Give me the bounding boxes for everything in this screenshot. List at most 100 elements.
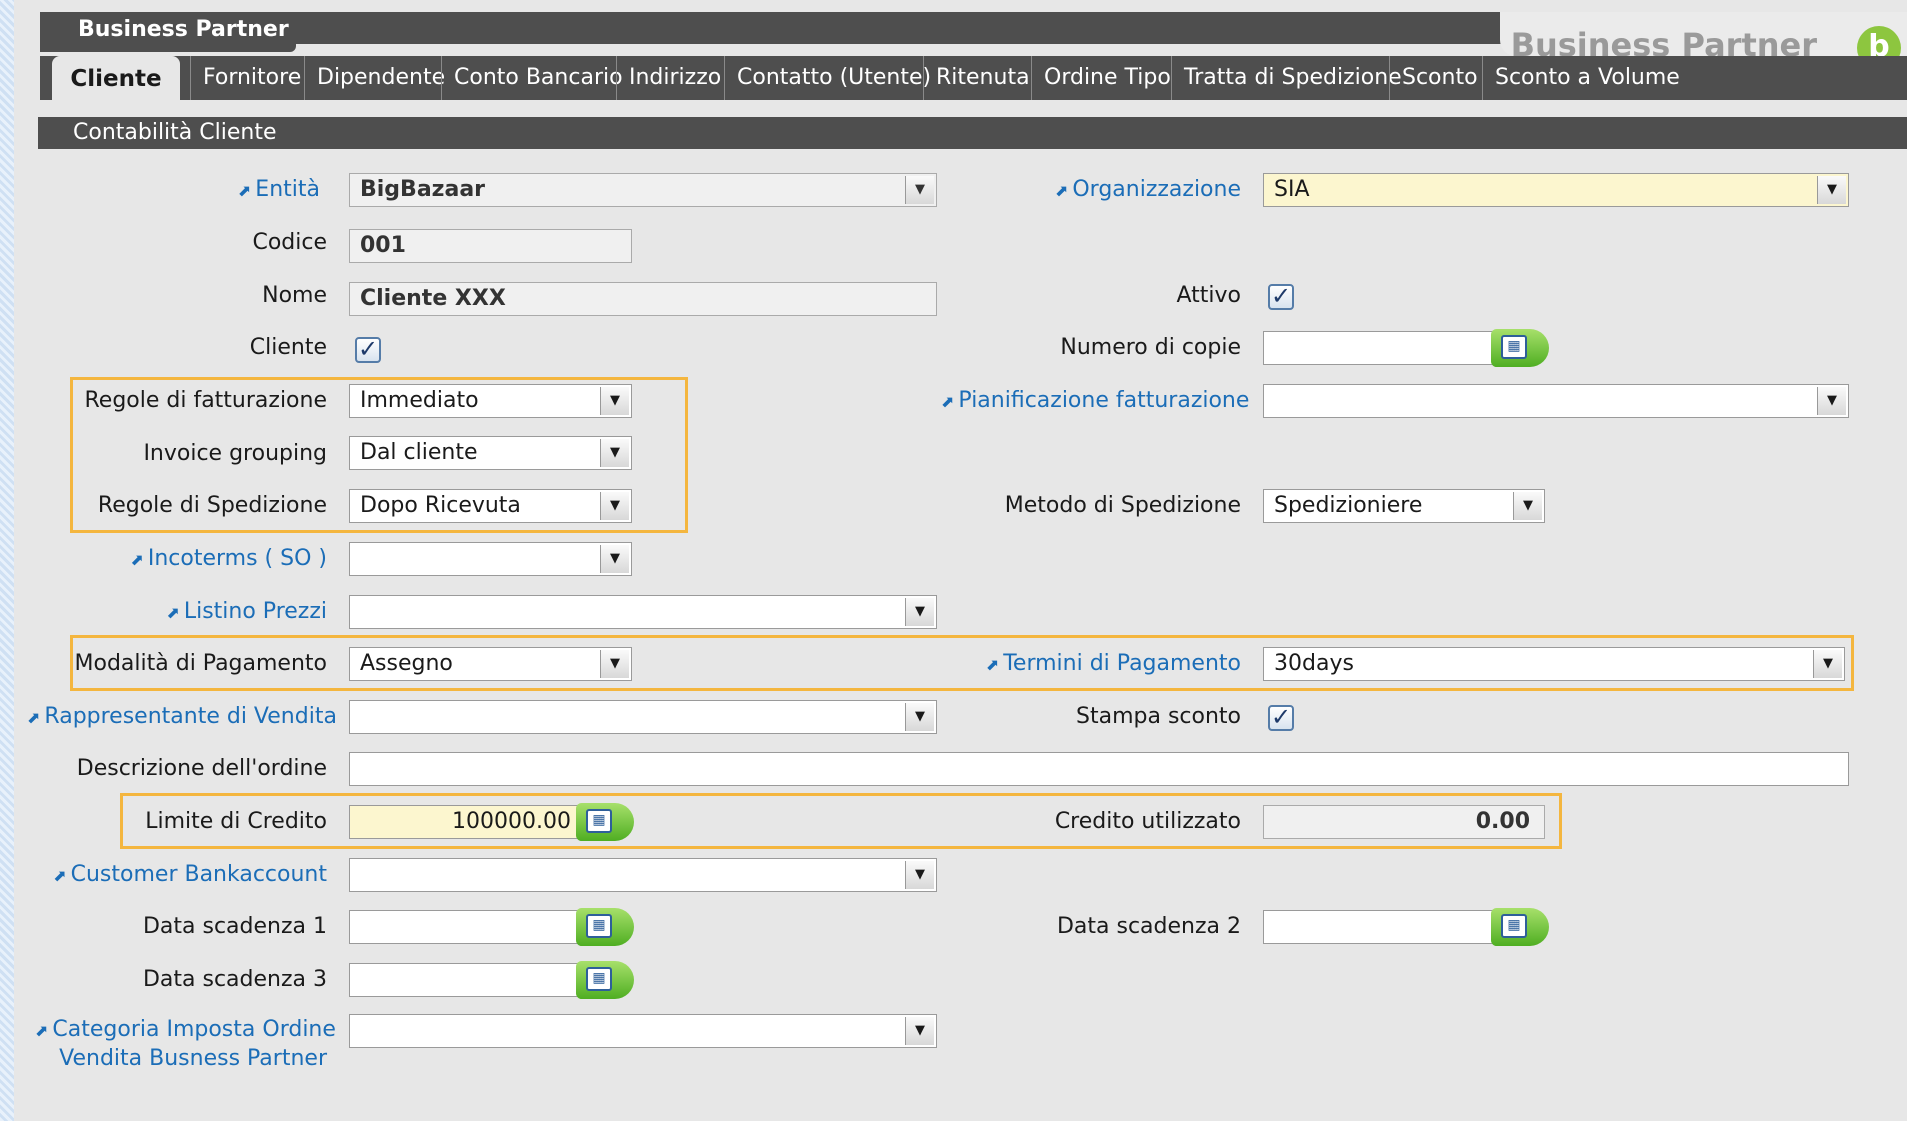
dropdown-arrow-icon: ▼ xyxy=(1817,387,1846,415)
link-arrow-icon: ⬈ xyxy=(237,181,252,200)
dropdown-arrow-icon: ▼ xyxy=(600,492,629,520)
label-categoria-imposta-line2[interactable]: Vendita Busness Partner xyxy=(27,1045,327,1073)
limite-credito-field[interactable]: 100000.00 xyxy=(349,805,582,839)
link-arrow-icon: ⬈ xyxy=(35,1021,49,1040)
attivo-checkbox[interactable]: ✓ xyxy=(1268,284,1294,310)
rappresentante-select[interactable]: ▼ xyxy=(349,700,937,734)
link-arrow-icon: ⬈ xyxy=(53,866,67,885)
pianificazione-select[interactable]: ▼ xyxy=(1263,384,1849,418)
tab-dipendente[interactable]: Dipendente xyxy=(304,56,457,100)
label-descrizione-ordine: Descrizione dell'ordine xyxy=(76,756,327,781)
dropdown-arrow-icon: ▼ xyxy=(905,176,934,204)
label-entita[interactable]: ⬈ Entità xyxy=(20,175,320,206)
label-pianificazione[interactable]: ⬈ Pianificazione fatturazione xyxy=(941,386,1249,417)
label-metodo-spedizione: Metodo di Spedizione xyxy=(1004,493,1241,518)
dropdown-arrow-icon: ▼ xyxy=(905,703,934,731)
dropdown-arrow-icon: ▼ xyxy=(600,439,629,467)
left-decoration xyxy=(0,0,14,1121)
dropdown-arrow-icon: ▼ xyxy=(1817,176,1846,204)
label-organizzazione[interactable]: ⬈ Organizzazione xyxy=(941,175,1241,206)
incoterms-select[interactable]: ▼ xyxy=(349,542,632,576)
link-arrow-icon: ⬈ xyxy=(130,550,144,569)
label-listino-prezzi[interactable]: ⬈ Listino Prezzi xyxy=(27,597,327,628)
data-scadenza-3-field[interactable] xyxy=(349,963,582,997)
label-incoterms[interactable]: ⬈ Incoterms ( SO ) xyxy=(27,544,327,575)
dropdown-arrow-icon: ▼ xyxy=(1813,650,1842,678)
label-codice: Codice xyxy=(252,230,327,255)
entita-select[interactable]: BigBazaar ▼ xyxy=(349,173,937,207)
tab-cliente[interactable]: Cliente xyxy=(52,56,180,106)
calendar-button[interactable]: ▦ xyxy=(576,908,634,946)
listino-prezzi-select[interactable]: ▼ xyxy=(349,595,937,629)
calendar-button[interactable]: ▦ xyxy=(1491,908,1549,946)
calendar-icon: ▦ xyxy=(586,967,612,991)
dropdown-arrow-icon: ▼ xyxy=(905,1017,934,1045)
link-arrow-icon: ⬈ xyxy=(941,392,955,411)
descrizione-ordine-field[interactable] xyxy=(349,752,1849,786)
label-modalita-pagamento: Modalità di Pagamento xyxy=(74,651,327,676)
calculator-button[interactable]: ▦ xyxy=(1491,329,1549,367)
label-nome: Nome xyxy=(262,283,327,308)
calculator-icon: ▦ xyxy=(1501,335,1527,359)
data-scadenza-2-field[interactable] xyxy=(1263,910,1497,944)
dropdown-arrow-icon: ▼ xyxy=(1513,492,1542,520)
dropdown-arrow-icon: ▼ xyxy=(600,650,629,678)
tab-tratta-spedizione[interactable]: Tratta di Spedizione xyxy=(1171,56,1414,100)
dropdown-arrow-icon: ▼ xyxy=(600,545,629,573)
calculator-icon: ▦ xyxy=(586,809,612,833)
codice-field[interactable]: 001 xyxy=(349,229,632,263)
label-invoice-grouping: Invoice grouping xyxy=(143,441,327,466)
label-cliente: Cliente xyxy=(249,335,327,360)
categoria-imposta-select[interactable]: ▼ xyxy=(349,1014,937,1048)
label-termini-pagamento[interactable]: ⬈ Termini di Pagamento xyxy=(941,649,1241,680)
regole-spedizione-select[interactable]: Dopo Ricevuta ▼ xyxy=(349,489,632,523)
window-title-tab: Business Partner xyxy=(40,12,296,52)
label-customer-bankaccount[interactable]: ⬈ Customer Bankaccount xyxy=(27,860,327,891)
stampa-sconto-checkbox[interactable]: ✓ xyxy=(1268,705,1294,731)
numero-copie-field[interactable] xyxy=(1263,331,1497,365)
tab-fornitore[interactable]: Fornitore xyxy=(190,56,313,100)
tab-contatto-utente[interactable]: Contatto (Utente) xyxy=(724,56,943,100)
tab-ritenuta[interactable]: Ritenuta xyxy=(923,56,1042,100)
credito-utilizzato-field[interactable]: 0.00 xyxy=(1263,805,1545,839)
invoice-grouping-select[interactable]: Dal cliente ▼ xyxy=(349,436,632,470)
termini-pagamento-select[interactable]: 30days ▼ xyxy=(1263,647,1845,681)
dropdown-arrow-icon: ▼ xyxy=(905,598,934,626)
regole-fatturazione-select[interactable]: Immediato ▼ xyxy=(349,384,632,418)
label-categoria-imposta[interactable]: ⬈ Categoria Imposta Ordine xyxy=(35,1016,336,1045)
label-limite-credito: Limite di Credito xyxy=(145,809,327,834)
link-arrow-icon: ⬈ xyxy=(985,655,1000,674)
calendar-button[interactable]: ▦ xyxy=(576,961,634,999)
dropdown-arrow-icon: ▼ xyxy=(905,861,934,889)
tab-sconto[interactable]: Sconto xyxy=(1389,56,1490,100)
tab-ordine-tipo[interactable]: Ordine Tipo xyxy=(1031,56,1183,100)
data-scadenza-1-field[interactable] xyxy=(349,910,582,944)
metodo-spedizione-select[interactable]: Spedizioniere ▼ xyxy=(1263,489,1545,523)
link-arrow-icon: ⬈ xyxy=(166,603,180,622)
customer-bankaccount-select[interactable]: ▼ xyxy=(349,858,937,892)
link-arrow-icon: ⬈ xyxy=(27,708,41,727)
nome-field[interactable]: Cliente XXX xyxy=(349,282,937,316)
calendar-icon: ▦ xyxy=(586,914,612,938)
label-data-scadenza-2: Data scadenza 2 xyxy=(1056,914,1241,939)
label-stampa-sconto: Stampa sconto xyxy=(1076,704,1241,729)
section-title: Contabilità Cliente xyxy=(38,117,1907,149)
dropdown-arrow-icon: ▼ xyxy=(600,387,629,415)
modalita-pagamento-select[interactable]: Assegno ▼ xyxy=(349,647,632,681)
cliente-checkbox[interactable]: ✓ xyxy=(355,337,381,363)
link-arrow-icon: ⬈ xyxy=(1054,181,1069,200)
label-data-scadenza-1: Data scadenza 1 xyxy=(142,914,327,939)
calendar-icon: ▦ xyxy=(1501,914,1527,938)
tab-indirizzo[interactable]: Indirizzo xyxy=(616,56,733,100)
label-rappresentante[interactable]: ⬈ Rappresentante di Vendita xyxy=(27,702,337,733)
label-regole-spedizione: Regole di Spedizione xyxy=(97,493,327,518)
organizzazione-select[interactable]: SIA ▼ xyxy=(1263,173,1849,207)
tab-sconto-volume[interactable]: Sconto a Volume xyxy=(1482,56,1692,100)
calculator-button[interactable]: ▦ xyxy=(576,803,634,841)
tab-conto-bancario[interactable]: Conto Bancario xyxy=(441,56,635,100)
brand-area: Business Partner b xyxy=(1500,12,1907,70)
label-numero-copie: Numero di copie xyxy=(1060,335,1241,360)
label-regole-fatturazione: Regole di fatturazione xyxy=(84,388,327,413)
label-attivo: Attivo xyxy=(1176,283,1241,308)
label-credito-utilizzato: Credito utilizzato xyxy=(1054,809,1241,834)
